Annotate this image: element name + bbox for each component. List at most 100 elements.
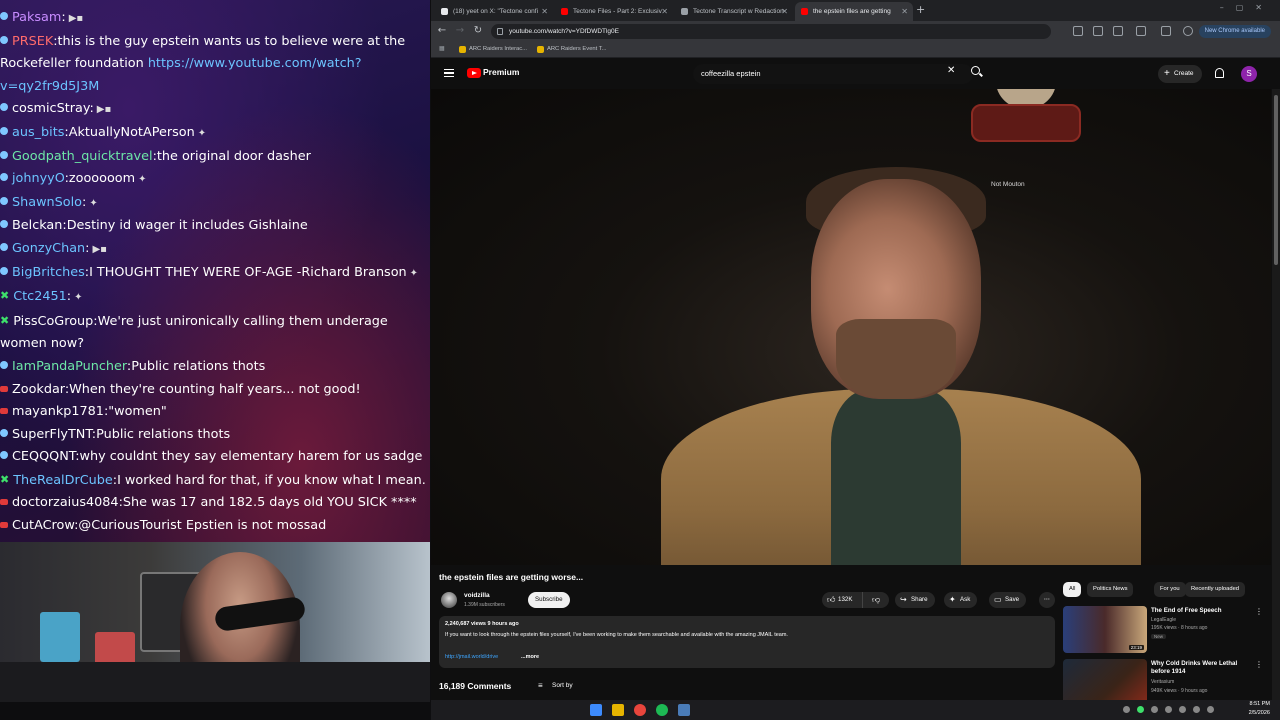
sidepanel-icon[interactable] — [1161, 26, 1171, 36]
recommended-video-title[interactable]: The End of Free Speech — [1151, 607, 1251, 615]
wifi-icon[interactable] — [1193, 706, 1200, 713]
save-button[interactable]: ▭ Save — [989, 592, 1027, 608]
ask-button[interactable]: ✦ Ask — [944, 592, 978, 608]
profile-icon[interactable] — [1183, 26, 1193, 36]
chat-emote-icon: ✦ — [89, 197, 98, 209]
steam-icon[interactable] — [678, 704, 690, 716]
tab-tectone-transcript[interactable]: Tectone Transcript w Redaction ✕ — [675, 2, 793, 21]
create-button[interactable]: + Create — [1158, 65, 1202, 83]
video-thumbnail[interactable]: 23:19 — [1063, 606, 1147, 653]
youtube-logo-icon[interactable] — [467, 68, 481, 78]
reload-icon[interactable]: ↻ — [471, 24, 485, 38]
tab-tectone-files[interactable]: Tectone Files - Part 2: Exclusiv ✕ — [555, 2, 673, 21]
chat-username[interactable]: Paksam — [12, 10, 61, 25]
clear-search-icon[interactable]: ✕ — [947, 65, 955, 76]
chat-username[interactable]: johnyyO — [12, 171, 65, 186]
chat-username[interactable]: BigBritches — [12, 265, 85, 280]
chat-username[interactable]: Goodpath_quicktravel — [12, 149, 153, 164]
close-icon[interactable]: ✕ — [661, 2, 668, 21]
video-description[interactable]: 2,240,687 views 9 hours ago If you want … — [439, 616, 1055, 668]
back-icon[interactable]: ← — [435, 24, 449, 38]
chat-username[interactable]: TheRealDrCube — [13, 473, 113, 488]
recommended-video[interactable]: 23:19 The End of Free Speech LegalEagle … — [1063, 606, 1263, 656]
search-icon[interactable] — [971, 66, 980, 75]
youtube-brand[interactable]: Premium — [483, 67, 519, 77]
tab-x-post[interactable]: (18) yeet on X: "Tectone confi ✕ — [435, 2, 553, 21]
extension-icon[interactable] — [1113, 26, 1123, 36]
chat-username[interactable]: GonzyChan — [12, 241, 85, 256]
close-icon[interactable]: ✕ — [541, 2, 548, 21]
chrome-update-button[interactable]: New Chrome available — [1198, 25, 1271, 38]
like-button[interactable]: 👍︎ 132K — [822, 592, 862, 608]
scrollbar-thumb[interactable] — [1274, 95, 1278, 265]
recommended-video[interactable]: Why Cold Drinks Were Lethal before 1914 … — [1063, 659, 1263, 700]
chat-username[interactable]: CutACrow — [12, 518, 74, 533]
start-menu-icon[interactable] — [590, 704, 602, 716]
bookmark-arc-interactive[interactable]: ARC Raiders Interac... — [459, 42, 527, 57]
tray-icon[interactable] — [1165, 706, 1172, 713]
recommended-channel-name[interactable]: Veritasium — [1151, 679, 1174, 685]
close-icon[interactable]: ✕ — [781, 2, 788, 21]
chat-username[interactable]: PRSEK — [12, 34, 53, 49]
tray-icon[interactable] — [1179, 706, 1186, 713]
chat-username[interactable]: PissCoGroup — [13, 314, 93, 329]
chat-text: why couldnt they say elementary harem fo… — [79, 449, 423, 465]
chip-for-you[interactable]: For you — [1154, 582, 1186, 597]
bookmark-arc-event[interactable]: ARC Raiders Event T... — [537, 42, 607, 57]
share-button[interactable]: ↪ Share — [895, 592, 935, 608]
more-options-icon[interactable]: ⋮ — [1255, 607, 1263, 616]
page-scrollbar[interactable] — [1272, 89, 1280, 700]
menu-icon[interactable] — [444, 69, 454, 77]
file-explorer-icon[interactable] — [612, 704, 624, 716]
clock-date[interactable]: 2/5/2026 — [1249, 710, 1270, 716]
recommended-video-title[interactable]: Why Cold Drinks Were Lethal before 1914 — [1151, 660, 1251, 676]
extension-icon[interactable] — [1093, 26, 1103, 36]
search-input[interactable]: coffeezilla epstein — [693, 64, 973, 84]
chip-recently-uploaded[interactable]: Recently uploaded — [1185, 582, 1246, 597]
chat-username[interactable]: CEQQQNT — [12, 449, 75, 464]
chat-username[interactable]: doctorzaius4084 — [12, 495, 119, 510]
show-more-link[interactable]: ...more — [521, 654, 539, 660]
recommended-channel-name[interactable]: LegalEagle — [1151, 617, 1176, 623]
chat-username[interactable]: cosmicStray — [12, 101, 89, 116]
chat-username[interactable]: Zookdar — [12, 382, 65, 397]
chat-username[interactable]: SuperFlyTNT — [12, 427, 92, 442]
chip-politics-news[interactable]: Politics News — [1087, 582, 1134, 597]
chat-username[interactable]: Belckan — [12, 218, 62, 233]
site-info-icon[interactable] — [497, 28, 503, 35]
forward-icon[interactable]: → — [453, 24, 467, 38]
puzzle-icon[interactable] — [1136, 26, 1146, 36]
channel-name[interactable]: voidzilla — [464, 592, 490, 599]
more-options-icon[interactable]: ⋮ — [1255, 660, 1263, 669]
spotify-icon[interactable] — [656, 704, 668, 716]
tray-icon[interactable] — [1123, 706, 1130, 713]
chat-username[interactable]: ShawnSolo — [12, 195, 82, 210]
channel-avatar[interactable] — [441, 592, 457, 608]
account-avatar[interactable]: S — [1241, 66, 1257, 82]
volume-icon[interactable] — [1207, 706, 1214, 713]
description-link[interactable]: http://jmail.world/drive — [445, 654, 498, 660]
new-tab-icon[interactable]: + — [916, 3, 925, 16]
chat-username[interactable]: aus_bits — [12, 125, 64, 140]
close-icon[interactable]: ✕ — [901, 2, 908, 21]
more-actions-button[interactable]: ⋯ — [1039, 592, 1055, 608]
chat-username[interactable]: IamPandaPuncher — [12, 359, 127, 374]
window-controls[interactable]: –▢✕ — [1220, 3, 1274, 12]
notifications-bell-icon[interactable] — [1215, 68, 1224, 78]
tray-icon[interactable] — [1137, 706, 1144, 713]
chat-username[interactable]: Ctc2451 — [13, 289, 67, 304]
clock-time[interactable]: 8:51 PM — [1250, 701, 1270, 707]
apps-grid-icon[interactable]: ▦ — [439, 42, 444, 57]
video-thumbnail[interactable] — [1063, 659, 1147, 700]
tray-icon[interactable] — [1151, 706, 1158, 713]
sort-comments-button[interactable]: ≡ Sort by — [538, 681, 573, 690]
address-bar[interactable]: youtube.com/watch?v=YDfDWDTlg0E — [491, 24, 1051, 39]
extension-icon[interactable] — [1073, 26, 1083, 36]
tab-epstein-video[interactable]: the epstein files are getting ✕ — [795, 2, 913, 21]
chrome-icon[interactable] — [634, 704, 646, 716]
chip-all[interactable]: All — [1063, 582, 1082, 597]
subscribe-button[interactable]: Subscribe — [528, 592, 570, 608]
video-player[interactable]: Not Mouton — [431, 89, 1271, 565]
chat-username[interactable]: mayankp1781 — [12, 404, 104, 419]
dislike-button[interactable]: 👎︎ — [862, 592, 889, 608]
